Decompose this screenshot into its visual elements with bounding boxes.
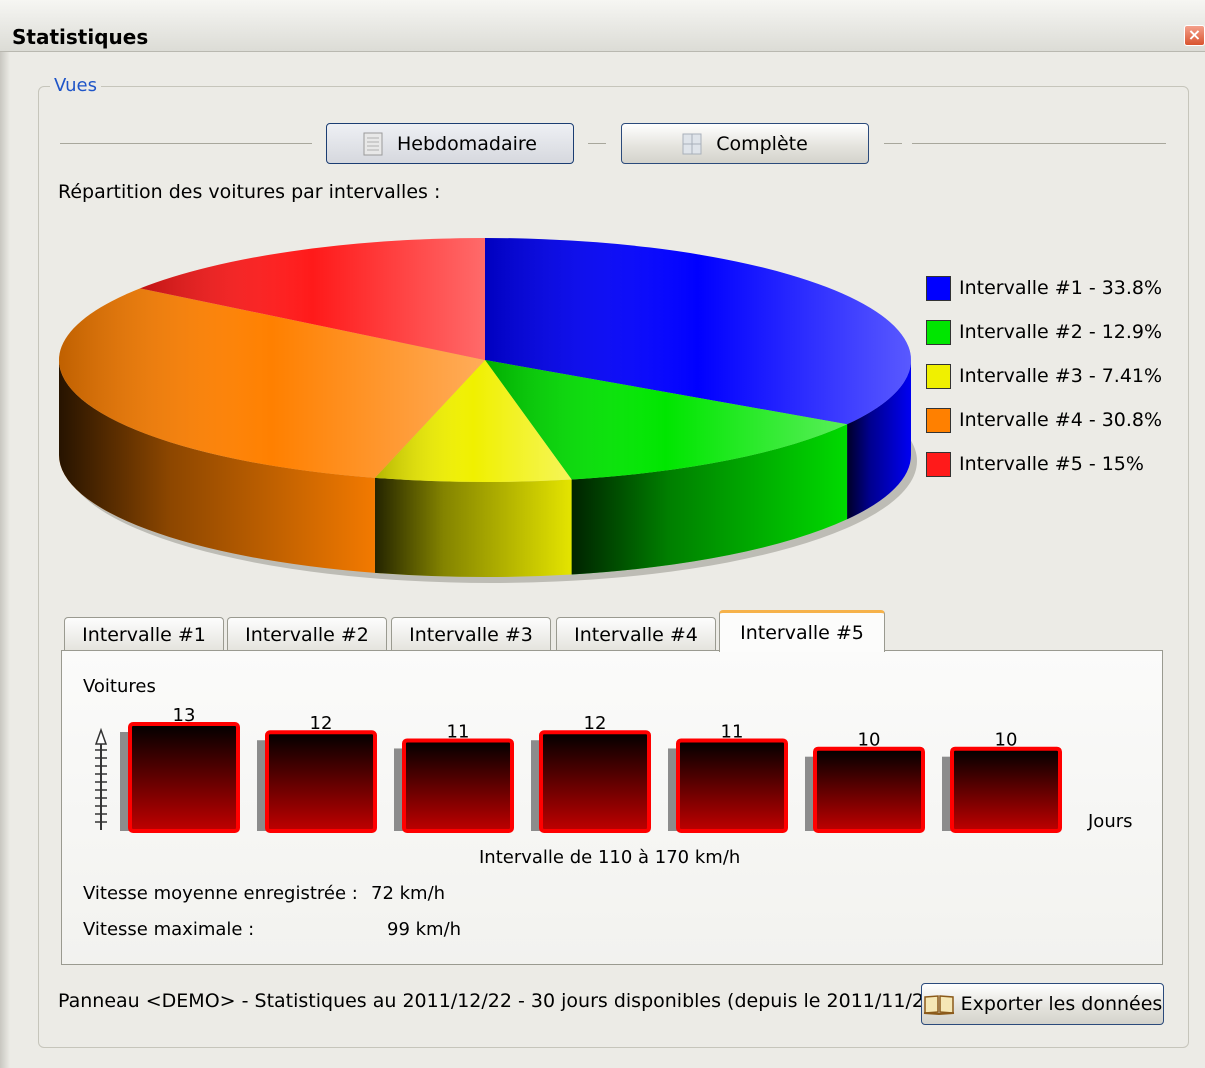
list-icon (363, 132, 383, 155)
divider-line (912, 143, 1166, 144)
avg-speed-value: 72 km/h (371, 883, 446, 904)
pie-top-group (58, 238, 911, 482)
weekly-view-button[interactable]: Hebdomadaire (326, 123, 574, 164)
legend-item: Intervalle #5 - 15% (926, 442, 1162, 486)
legend-item: Intervalle #1 - 33.8% (926, 266, 1162, 310)
bar-day-2 (265, 730, 377, 834)
tab-interval-1[interactable]: Intervalle #1 (64, 617, 224, 651)
pie-legend: Intervalle #1 - 33.8% Intervalle #2 - 12… (926, 266, 1162, 486)
bar-value-label: 11 (447, 721, 470, 742)
export-data-button[interactable]: Exporter les données (921, 983, 1164, 1025)
legend-label: Intervalle #4 - 30.8% (959, 409, 1163, 431)
complete-view-button[interactable]: Complète (621, 123, 869, 164)
bar-day-1 (128, 722, 240, 833)
legend-swatch (926, 363, 951, 389)
bar-day-3 (402, 738, 514, 833)
close-button[interactable]: × (1184, 25, 1205, 46)
legend-swatch (926, 407, 951, 433)
divider-line (884, 143, 902, 144)
tab-interval-3[interactable]: Intervalle #3 (391, 617, 551, 651)
window-titlebar: Statistiques × (0, 0, 1205, 52)
export-button-label: Exporter les données (960, 993, 1163, 1015)
legend-item: Intervalle #3 - 7.41% (926, 354, 1162, 398)
legend-label: Intervalle #1 - 33.8% (959, 277, 1163, 299)
tab-interval-4[interactable]: Intervalle #4 (556, 617, 716, 651)
views-group-label: Vues (50, 75, 101, 96)
tab-interval-2[interactable]: Intervalle #2 (227, 617, 387, 651)
pie-slice-side-shade (374, 477, 572, 577)
x-axis-label: Jours (1088, 811, 1133, 832)
legend-swatch (926, 275, 951, 301)
bar-day-5 (676, 738, 788, 833)
y-axis (94, 727, 108, 830)
bar-value-label: 10 (858, 730, 881, 751)
legend-label: Intervalle #2 - 12.9% (959, 321, 1163, 343)
window-border (0, 52, 10, 1068)
tab-interval-5[interactable]: Intervalle #5 (719, 610, 885, 652)
distribution-pie-chart (58, 238, 917, 583)
bar-value-label: 13 (173, 705, 196, 726)
window-title: Statistiques (12, 25, 149, 49)
legend-label: Intervalle #5 - 15% (959, 453, 1144, 475)
bar-day-4 (539, 730, 651, 834)
daily-bar-chart: 13 12 11 12 11 10 10 (94, 705, 1062, 834)
speed-range-label: Intervalle de 110 à 170 km/h (479, 847, 741, 868)
complete-view-label: Complète (716, 132, 808, 155)
grid-icon (682, 133, 702, 154)
legend-item: Intervalle #2 - 12.9% (926, 310, 1162, 354)
bar-day-7 (950, 746, 1062, 833)
legend-swatch (926, 319, 951, 345)
bar-day-6 (813, 746, 925, 833)
bar-value-label: 12 (310, 713, 333, 734)
book-icon (923, 995, 954, 1015)
legend-swatch (926, 451, 951, 477)
bar-value-label: 10 (995, 730, 1018, 751)
legend-item: Intervalle #4 - 30.8% (926, 398, 1162, 442)
weekly-view-label: Hebdomadaire (397, 132, 537, 155)
legend-label: Intervalle #3 - 7.41% (959, 365, 1163, 387)
max-speed-value: 99 km/h (387, 919, 462, 940)
y-axis-label: Voitures (83, 676, 156, 697)
pie-section-title: Répartition des voitures par intervalles… (58, 181, 441, 203)
bar-value-label: 12 (584, 713, 607, 734)
avg-speed-label: Vitesse moyenne enregistrée : (83, 883, 358, 904)
max-speed-label: Vitesse maximale : (83, 919, 255, 940)
divider-line (588, 143, 606, 144)
divider-line (60, 143, 312, 144)
bar-value-label: 11 (721, 721, 744, 742)
status-text: Panneau <DEMO> - Statistiques au 2011/12… (58, 990, 944, 1012)
